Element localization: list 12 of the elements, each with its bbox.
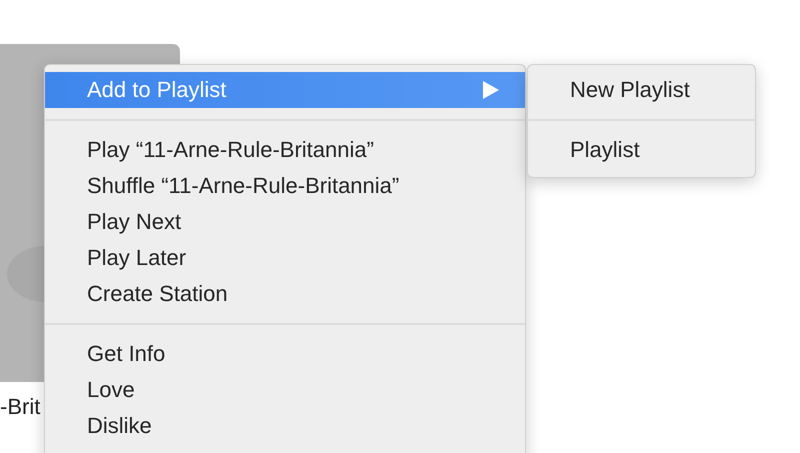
menu-item[interactable]: Play Later xyxy=(45,240,525,276)
menu-item[interactable]: Dislike xyxy=(45,408,525,444)
album-caption: -Brit xyxy=(0,394,42,420)
menu-item[interactable]: Get Info xyxy=(45,336,525,372)
menu-item[interactable]: Love xyxy=(45,372,525,408)
submenu-arrow-icon xyxy=(483,81,499,99)
menu-item[interactable]: Shuffle “11-Arne-Rule-Britannia” xyxy=(45,168,525,204)
menu-item[interactable]: Playlist xyxy=(528,132,755,168)
menu-item[interactable]: Play “11-Arne-Rule-Britannia” xyxy=(45,132,525,168)
menu-item[interactable]: Create Station xyxy=(45,276,525,312)
menu-item[interactable]: Play Next xyxy=(45,204,525,240)
menu-item[interactable]: New Playlist xyxy=(528,72,755,108)
